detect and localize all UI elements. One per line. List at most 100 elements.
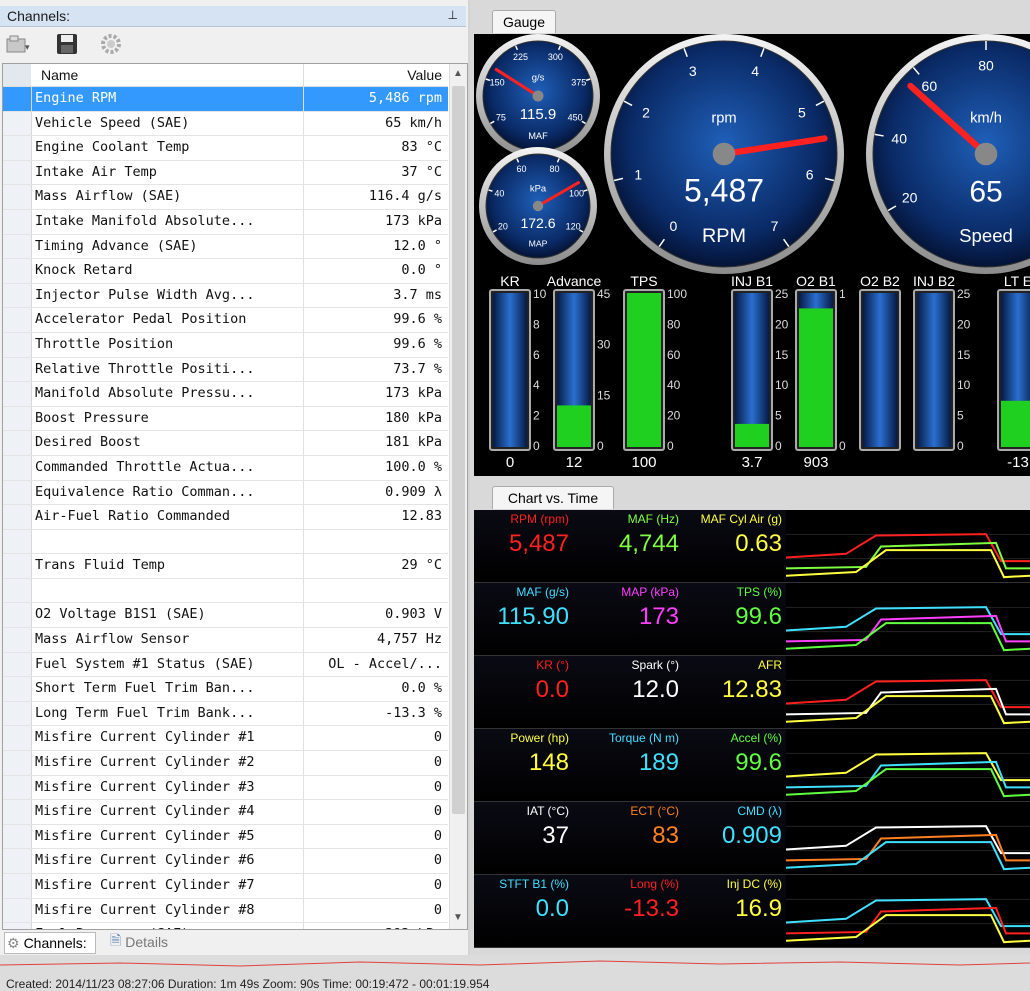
tab-chart-vs-time[interactable]: Chart vs. Time — [492, 486, 614, 509]
add-channel-icon[interactable]: ▾ — [5, 31, 31, 57]
channel-row[interactable] — [3, 529, 448, 555]
channel-row[interactable]: Manifold Absolute Pressu... 173 kPa — [3, 382, 448, 407]
row-header[interactable] — [3, 455, 32, 480]
rpm-value: 5,487 — [684, 172, 764, 208]
channel-row[interactable]: Air-Fuel Ratio Commanded 12.83 — [3, 505, 448, 530]
channel-row[interactable]: Intake Manifold Absolute... 173 kPa — [3, 209, 448, 235]
row-header[interactable] — [3, 824, 32, 849]
channel-row[interactable]: Vehicle Speed (SAE) 65 km/h — [3, 111, 448, 137]
row-header[interactable] — [3, 87, 32, 111]
channel-row[interactable]: Throttle Position 99.6 % — [3, 332, 448, 358]
row-header[interactable] — [3, 726, 32, 751]
channel-row[interactable]: Mass Airflow Sensor 4,757 Hz — [3, 628, 448, 653]
row-header[interactable] — [3, 874, 32, 898]
row-header[interactable] — [3, 505, 32, 529]
channel-row[interactable]: Timing Advance (SAE) 12.0 ° — [3, 234, 448, 260]
row-header[interactable] — [3, 136, 32, 160]
row-header[interactable] — [3, 259, 32, 283]
scrollbar-thumb[interactable] — [452, 86, 465, 814]
channel-row[interactable]: Misfire Current Cylinder #6 0 — [3, 849, 448, 874]
row-header[interactable] — [3, 603, 32, 628]
channel-row[interactable]: Desired Boost 181 kPa — [3, 431, 448, 456]
scroll-up-icon[interactable]: ▲ — [453, 68, 463, 79]
bar-gauge-tick: 0 — [667, 439, 674, 453]
channel-row[interactable]: Misfire Current Cylinder #1 0 — [3, 726, 448, 752]
row-header[interactable] — [3, 898, 32, 923]
row-header[interactable] — [3, 357, 32, 382]
channel-row[interactable]: Injector Pulse Width Avg... 3.7 ms — [3, 283, 448, 309]
row-header[interactable] — [3, 677, 32, 701]
channel-row[interactable]: Engine Coolant Temp 83 °C — [3, 136, 448, 161]
vertical-scrollbar[interactable]: ▲ ▼ — [449, 64, 467, 929]
row-header[interactable] — [3, 578, 32, 603]
row-header[interactable] — [3, 160, 32, 185]
pin-icon[interactable]: ⊥ — [448, 8, 458, 22]
channel-row[interactable]: Long Term Fuel Trim Bank... -13.3 % — [3, 701, 448, 727]
column-header-value[interactable]: Value — [407, 67, 442, 83]
channel-row[interactable]: Relative Throttle Positi... 73.7 % — [3, 357, 448, 383]
bar-gauge-value: -13 — [1007, 454, 1029, 471]
gear-icon: ⚙ — [7, 934, 20, 951]
channel-name: Trans Fluid Temp — [35, 557, 166, 574]
row-header[interactable] — [3, 283, 32, 308]
row-header[interactable] — [3, 382, 32, 406]
channel-value: 0 — [433, 778, 442, 795]
row-header[interactable] — [3, 406, 32, 431]
row-header[interactable] — [3, 751, 32, 775]
row-header[interactable] — [3, 849, 32, 873]
channel-row[interactable]: Misfire Current Cylinder #5 0 — [3, 824, 448, 850]
row-header[interactable] — [3, 652, 32, 677]
channel-row[interactable]: Misfire Current Cylinder #7 0 — [3, 874, 448, 899]
row-header[interactable] — [3, 431, 32, 455]
row-header[interactable] — [3, 800, 32, 824]
channel-row[interactable]: O2 Voltage B1S1 (SAE) 0.903 V — [3, 603, 448, 629]
channel-row[interactable]: Boost Pressure 180 kPa — [3, 406, 448, 432]
row-header[interactable] — [3, 554, 32, 578]
channel-name: Vehicle Speed (SAE) — [35, 114, 190, 131]
channel-row[interactable]: Misfire Current Cylinder #8 0 — [3, 898, 448, 924]
channel-row[interactable] — [3, 578, 448, 604]
row-header[interactable] — [3, 701, 32, 726]
gauges-svg: 75150225 300375450g/s115.9MAF204060 801001… — [476, 34, 1030, 471]
channel-row[interactable]: Misfire Current Cylinder #3 0 — [3, 775, 448, 801]
channel-row[interactable]: Commanded Throttle Actua... 100.0 % — [3, 455, 448, 481]
channel-row[interactable]: Fuel System #1 Status (SAE) OL - Accel/..… — [3, 652, 448, 678]
tab-details[interactable]: 🗎 Details — [110, 932, 168, 952]
map-tick-label: 60 — [516, 164, 526, 174]
bar-gauge-tick: 0 — [775, 439, 782, 453]
scroll-down-icon[interactable]: ▼ — [453, 912, 463, 923]
row-header[interactable] — [3, 628, 32, 652]
row-header[interactable] — [3, 923, 32, 929]
bar-gauge-0: KR 10 8 6 4 2 0 0 — [489, 273, 547, 471]
channel-row[interactable]: Fuel Pressure (SAE)393 kPa — [3, 923, 448, 929]
channel-row[interactable]: Equivalence Ratio Comman... 0.909 λ — [3, 480, 448, 506]
tab-channels[interactable]: ⚙ Channels: — [4, 932, 96, 954]
chart-cell-title: RPM (rpm) — [510, 512, 569, 526]
channel-row[interactable]: Trans Fluid Temp 29 °C — [3, 554, 448, 579]
bar-gauge-label: KR — [500, 273, 519, 289]
channel-row[interactable]: Intake Air Temp 37 °C — [3, 160, 448, 186]
channel-row[interactable]: Engine RPM 5,486 rpm — [3, 87, 448, 112]
row-header[interactable] — [3, 111, 32, 136]
row-header[interactable] — [3, 209, 32, 234]
channel-row[interactable]: Knock Retard 0.0 ° — [3, 259, 448, 284]
tab-gauge[interactable]: Gauge — [492, 10, 556, 33]
settings-gear-icon[interactable] — [98, 31, 124, 57]
row-header[interactable] — [3, 775, 32, 800]
row-header[interactable] — [3, 234, 32, 259]
channel-row[interactable]: Accelerator Pedal Position 99.6 % — [3, 308, 448, 333]
channel-row[interactable]: Mass Airflow (SAE) 116.4 g/s — [3, 185, 448, 210]
channel-value: 83 °C — [401, 139, 442, 156]
save-icon[interactable] — [54, 31, 80, 57]
row-header[interactable] — [3, 529, 32, 554]
channel-row[interactable]: Misfire Current Cylinder #4 0 — [3, 800, 448, 825]
row-header[interactable] — [3, 185, 32, 209]
bar-gauge-value: 0 — [506, 454, 514, 471]
column-header-name[interactable]: Name — [41, 67, 78, 83]
row-header[interactable] — [3, 480, 32, 505]
chart-cell-value: 0.0 — [535, 676, 569, 703]
row-header[interactable] — [3, 332, 32, 357]
channel-row[interactable]: Short Term Fuel Trim Ban... 0.0 % — [3, 677, 448, 702]
row-header[interactable] — [3, 308, 32, 332]
channel-row[interactable]: Misfire Current Cylinder #2 0 — [3, 751, 448, 776]
